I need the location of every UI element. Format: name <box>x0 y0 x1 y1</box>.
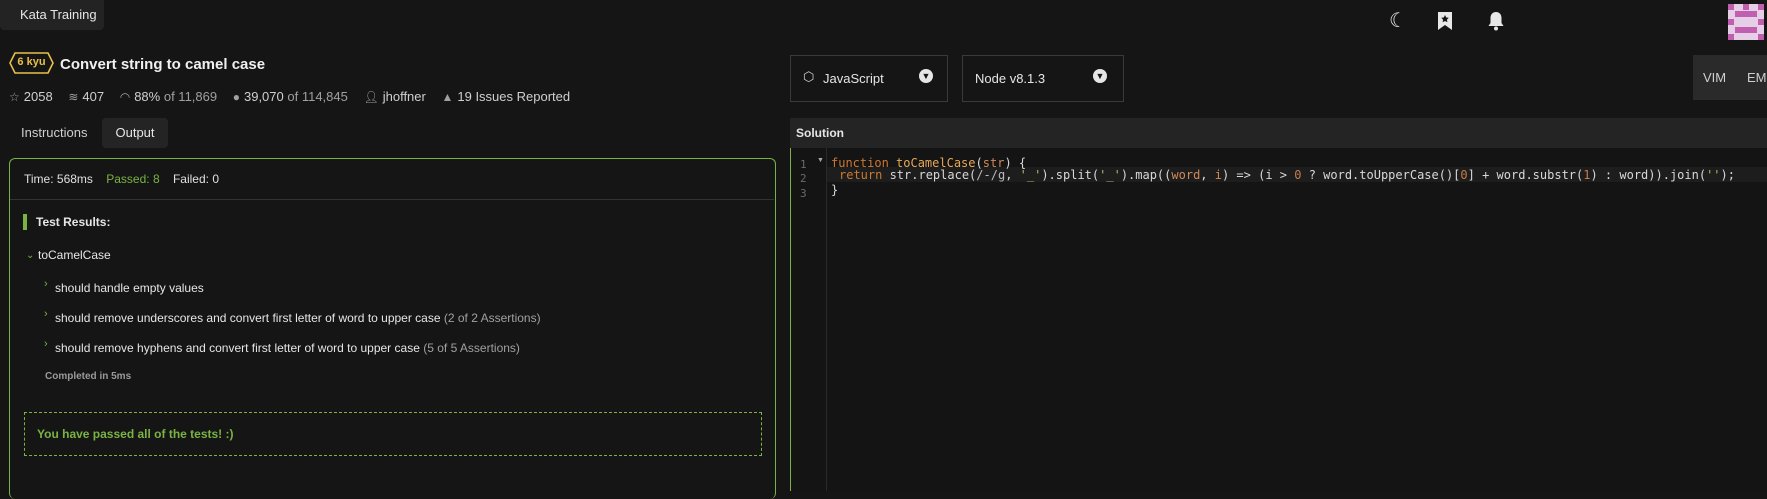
test-results-heading: Test Results: <box>36 215 111 229</box>
line-number: 1 <box>800 158 807 171</box>
fold-arrow-icon[interactable]: ▼ <box>817 157 824 164</box>
eye-icon: ◠ <box>119 90 131 104</box>
kata-title[interactable]: Convert string to camel case <box>60 56 265 73</box>
author-link[interactable]: 👤︎ jhoffner <box>363 89 425 104</box>
test-summary: Time: 568ms Passed: 8 Failed: 0 <box>24 172 219 186</box>
chevron-right-icon[interactable]: › <box>44 278 48 290</box>
chevron-down-icon: ▼ <box>919 69 933 83</box>
editor-gutter <box>791 148 827 491</box>
divider <box>10 199 774 200</box>
stars-stat[interactable]: ☆ 2058 <box>9 89 53 104</box>
issues-link[interactable]: ▲ 19 Issues Reported <box>441 89 570 104</box>
kata-training-label: Kata Training <box>20 7 97 22</box>
pass-message: You have passed all of the tests! :) <box>37 427 234 441</box>
rank-label: 6 kyu <box>17 56 46 68</box>
moon-icon[interactable]: ☾ <box>1389 11 1407 31</box>
test-item[interactable]: should handle empty values <box>55 281 204 295</box>
completed-time: Completed in 5ms <box>45 371 132 382</box>
tab-instructions[interactable]: Instructions <box>9 118 99 148</box>
chevron-down-icon[interactable]: ⌄ <box>26 250 34 261</box>
warning-icon: ▲ <box>441 90 454 104</box>
satisfaction-stat: ◠ 88% of 11,869 <box>119 89 218 104</box>
layers-icon: ≋ <box>68 90 79 104</box>
test-item[interactable]: should remove underscores and convert fi… <box>55 311 541 325</box>
chevron-down-icon: ▼ <box>1093 69 1107 83</box>
results-accent-bar <box>23 214 27 230</box>
pass-message-box: You have passed all of the tests! :) <box>24 412 762 456</box>
solution-label: Solution <box>796 126 844 140</box>
circle-icon: ● <box>232 90 240 104</box>
completions-stat: ● 39,070 of 114,845 <box>232 89 348 104</box>
star-icon: ☆ <box>9 90 20 104</box>
vim-mode-button[interactable]: VIM <box>1703 70 1726 85</box>
javascript-icon: ⬡ <box>803 69 815 84</box>
chevron-right-icon[interactable]: › <box>44 308 48 320</box>
code-editor[interactable] <box>790 148 1767 491</box>
solution-header: Solution <box>790 118 1767 148</box>
time-label: Time: 568ms <box>24 172 93 186</box>
collections-stat[interactable]: ≋ 407 <box>68 89 104 104</box>
code-line-3: } <box>831 183 839 197</box>
tab-output[interactable]: Output <box>102 118 168 148</box>
line-number: 2 <box>800 172 807 185</box>
language-value: JavaScript <box>823 71 884 86</box>
runtime-value: Node v8.1.3 <box>975 71 1046 86</box>
test-item[interactable]: should remove hyphens and convert first … <box>55 341 520 355</box>
line-number: 3 <box>800 187 807 200</box>
emacs-mode-button[interactable]: EM <box>1747 70 1767 85</box>
kata-stats: ☆ 2058 ≋ 407 ◠ 88% of 11,869 ● 39,070 of 114… <box>9 89 582 104</box>
passed-count: Passed: 8 <box>106 172 160 186</box>
language-select[interactable]: ⬡ JavaScript ▼ <box>790 55 948 102</box>
bell-icon[interactable] <box>1487 11 1505 35</box>
code-line-2: return str.replace(/-/g, '_').split('_')… <box>839 168 1735 182</box>
avatar[interactable] <box>1728 4 1764 40</box>
chevron-right-icon[interactable]: › <box>44 338 48 350</box>
runtime-select[interactable]: Node v8.1.3 ▼ <box>962 55 1124 102</box>
test-suite-toCamelCase[interactable]: toCamelCase <box>38 248 111 262</box>
editor-mode-toggle: VIM EM <box>1693 55 1767 100</box>
kata-training-tab[interactable]: Kata Training <box>0 0 104 30</box>
failed-count: Failed: 0 <box>172 172 219 186</box>
bookmark-icon[interactable] <box>1437 11 1453 35</box>
user-icon: 👤︎ <box>363 90 379 104</box>
